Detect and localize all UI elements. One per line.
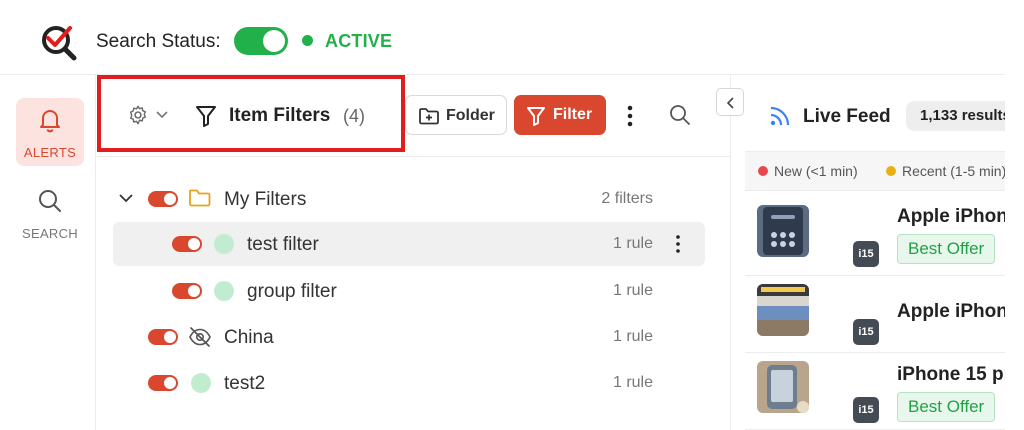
feed-item-title[interactable]: Apple iPhone [897, 206, 1018, 228]
filter-meta: 1 rule [612, 374, 653, 391]
rail-item-label: ALERTS [23, 145, 77, 160]
filter-row[interactable]: test filter 1 rule [113, 222, 705, 266]
filter-meta: 1 rule [612, 235, 653, 252]
feed-item-title[interactable]: Apple iPhone [897, 301, 1018, 323]
search-icon [39, 190, 61, 212]
bell-icon [40, 110, 60, 133]
folder-name: My Filters [224, 189, 307, 210]
chevron-down-icon[interactable] [156, 110, 168, 120]
model-badge: i15 [853, 397, 879, 423]
filter-button-label: Filter [553, 106, 593, 123]
filter-name: group filter [247, 281, 337, 302]
more-options-icon[interactable] [620, 103, 640, 129]
legend-dot-new [758, 166, 768, 176]
eye-off-icon [189, 327, 211, 347]
model-badge: i15 [853, 241, 879, 267]
filter-name: test2 [224, 373, 266, 394]
folder-plus-icon [419, 108, 439, 125]
folder-icon [189, 189, 211, 207]
search-status-label: Search Status: [96, 31, 221, 52]
collapse-panel-button[interactable] [716, 88, 744, 116]
status-dot [214, 281, 234, 301]
panel-title: Item Filters [229, 105, 331, 126]
rss-icon [770, 106, 790, 126]
filter-name: test filter [247, 234, 319, 255]
product-thumbnail[interactable] [757, 361, 809, 413]
status-dot [191, 373, 211, 393]
filter-row[interactable]: group filter 1 rule [113, 269, 705, 313]
legend-label: New (<1 min) [774, 163, 858, 179]
more-options-icon[interactable] [671, 234, 685, 254]
filter-row[interactable]: test2 1 rule [113, 361, 705, 405]
product-thumbnail[interactable] [757, 284, 809, 336]
filter-name: China [224, 327, 274, 348]
chevron-down-icon[interactable] [119, 193, 133, 203]
legend-label: Recent (1-5 min) [902, 163, 1007, 179]
app-logo-icon [42, 26, 77, 61]
filter-meta: 1 rule [612, 282, 653, 299]
model-badge: i15 [853, 319, 879, 345]
page-edge [1005, 0, 1024, 430]
left-rail: ALERTS SEARCH [0, 75, 96, 430]
best-offer-tag: Best Offer [897, 234, 996, 264]
product-thumbnail[interactable] [757, 205, 809, 257]
top-bar: Search Status: ACTIVE [0, 0, 1005, 75]
folder-toggle[interactable] [148, 191, 178, 207]
results-count: 1,133 results [920, 107, 1011, 124]
divider [730, 75, 731, 430]
filter-row[interactable]: China 1 rule [113, 315, 705, 359]
feed-title: Live Feed [803, 106, 891, 127]
rail-item-label: SEARCH [22, 226, 78, 241]
funnel-icon [196, 106, 216, 127]
chevron-left-icon [726, 97, 734, 109]
rail-item-alerts[interactable]: ALERTS [16, 98, 84, 166]
gear-icon[interactable] [127, 104, 149, 126]
filter-count: (4) [343, 106, 365, 126]
folder-row[interactable]: My Filters 2 filters [113, 177, 705, 221]
filter-toggle[interactable] [148, 329, 178, 345]
filter-toggle[interactable] [148, 375, 178, 391]
folder-meta: 2 filters [601, 190, 653, 207]
filter-toggle[interactable] [172, 283, 202, 299]
filter-meta: 1 rule [612, 328, 653, 345]
funnel-icon [527, 107, 545, 126]
filter-toggle[interactable] [172, 236, 202, 252]
search-icon[interactable] [668, 103, 692, 127]
results-count-badge: 1,133 results [906, 101, 1011, 131]
divider [97, 156, 730, 157]
status-text: ACTIVE [325, 31, 393, 51]
best-offer-tag: Best Offer [897, 392, 996, 422]
new-folder-button[interactable]: Folder [405, 95, 507, 135]
status-dot [302, 35, 313, 46]
folder-button-label: Folder [446, 107, 495, 124]
legend-dot-recent [886, 166, 896, 176]
new-filter-button[interactable]: Filter [514, 95, 606, 135]
feed-item-title[interactable]: iPhone 15 pro [897, 364, 1023, 386]
search-status-toggle[interactable] [234, 27, 288, 55]
status-dot [214, 234, 234, 254]
rail-item-search[interactable]: SEARCH [16, 179, 84, 247]
